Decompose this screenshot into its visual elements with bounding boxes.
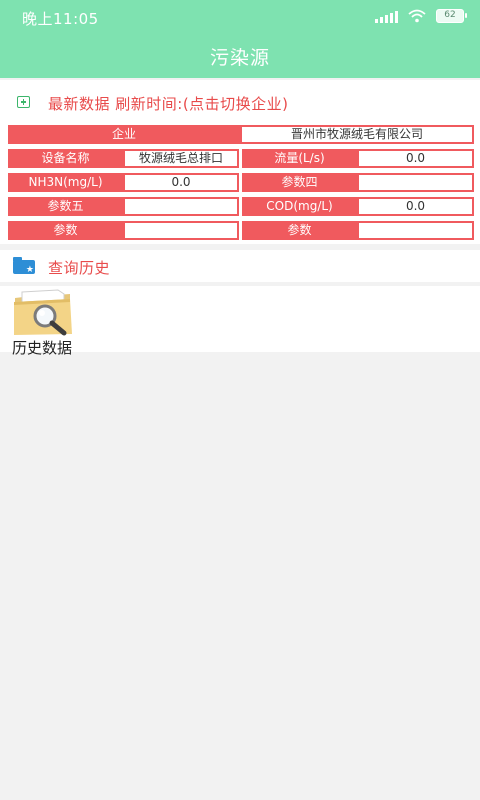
folder-star-icon [13, 257, 35, 275]
param-label: NH3N(mg/L) [8, 173, 123, 192]
param-value: 0.0 [123, 173, 239, 192]
param-label: 流量(L/s) [242, 149, 357, 168]
company-value[interactable]: 晋州市牧源绒毛有限公司 [240, 125, 474, 144]
company-label: 企业 [8, 125, 240, 144]
history-data-item[interactable]: 历史数据 [10, 288, 82, 357]
history-header: 查询历史 [0, 250, 480, 282]
wifi-icon [408, 9, 426, 23]
param-value: 0.0 [357, 197, 474, 216]
param-value [357, 173, 474, 192]
param-label: COD(mg/L) [242, 197, 357, 216]
history-title: 查询历史 [48, 259, 111, 277]
param-label: 参数 [8, 221, 123, 240]
param-label: 参数四 [242, 173, 357, 192]
history-data-label: 历史数据 [12, 339, 73, 357]
status-time: 晚上11:05 [22, 10, 99, 28]
status-bar: 晚上11:05 62 [0, 0, 480, 34]
add-icon [17, 96, 30, 108]
param-value [123, 197, 239, 216]
param-value [123, 221, 239, 240]
page-title: 污染源 [209, 47, 270, 69]
title-bar: 污染源 [0, 34, 480, 78]
company-row[interactable]: 企业 晋州市牧源绒毛有限公司 [8, 125, 474, 144]
data-row: 设备名称 牧源绒毛总排口 流量(L/s) 0.0 [8, 149, 474, 168]
param-value: 牧源绒毛总排口 [123, 149, 239, 168]
data-row: NH3N(mg/L) 0.0 参数四 [8, 173, 474, 192]
status-icons: 62 [375, 9, 467, 23]
data-row: 参数 参数 [8, 221, 474, 240]
param-value: 0.0 [357, 149, 474, 168]
param-label: 参数五 [8, 197, 123, 216]
latest-data-title[interactable]: 最新数据 刷新时间:(点击切换企业) [48, 93, 289, 114]
data-row: 参数五 COD(mg/L) 0.0 [8, 197, 474, 216]
latest-data-header[interactable]: 最新数据 刷新时间:(点击切换企业) [0, 80, 480, 124]
signal-icon [375, 9, 398, 23]
param-label: 参数 [242, 221, 357, 240]
param-label: 设备名称 [8, 149, 123, 168]
latest-data-card: 最新数据 刷新时间:(点击切换企业) 企业 晋州市牧源绒毛有限公司 设备名称 牧… [0, 80, 480, 244]
param-value [357, 221, 474, 240]
folder-search-icon [14, 289, 72, 336]
battery-icon: 62 [436, 9, 467, 23]
history-grid: 历史数据 [0, 286, 480, 357]
